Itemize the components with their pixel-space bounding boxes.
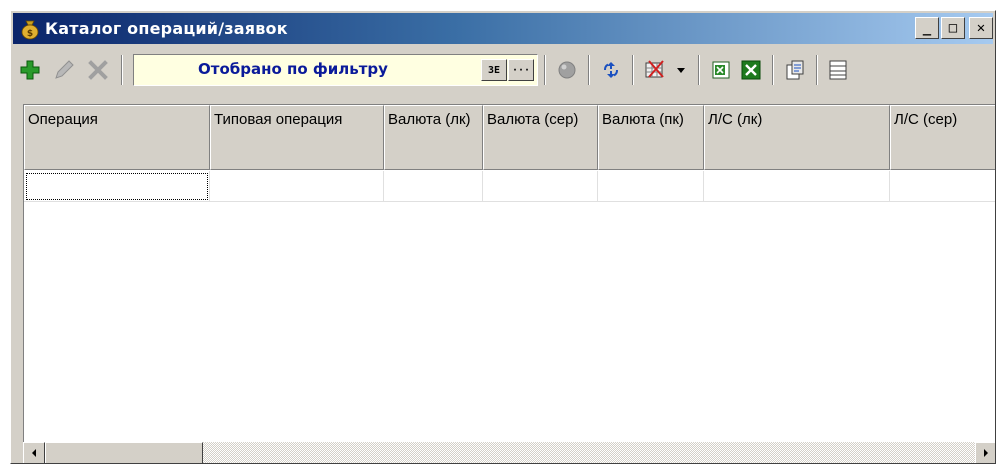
add-button[interactable] (13, 54, 47, 86)
table-delete-icon (645, 60, 664, 78)
plus-icon (20, 60, 40, 80)
column-header[interactable]: Л/С (сер) (890, 105, 995, 170)
close-icon: ✕ (976, 20, 986, 36)
toolbar-separator (698, 55, 700, 85)
chevron-down-icon (677, 68, 685, 73)
column-header[interactable]: Валюта (лк) (384, 105, 483, 170)
column-header[interactable]: Валюта (пк) (598, 105, 704, 170)
excel-icon (712, 61, 730, 79)
x-delete-icon (88, 60, 108, 80)
window-title: Каталог операций/заявок (45, 19, 288, 38)
filter-language-button[interactable]: ЗЕ (481, 59, 507, 81)
toolbar-separator (588, 55, 590, 85)
table-header: Операция Типовая операция Валюта (лк) Ва… (24, 105, 995, 170)
arrow-right-icon (984, 449, 988, 457)
table-cell[interactable] (24, 171, 210, 202)
table-cell[interactable] (890, 171, 995, 202)
minimize-button[interactable]: _ (915, 17, 939, 39)
report-button[interactable] (780, 54, 810, 86)
scroll-right-button[interactable] (975, 442, 995, 463)
close-button[interactable]: ✕ (969, 17, 993, 39)
toolbar-separator (816, 55, 818, 85)
column-header[interactable]: Операция (24, 105, 210, 170)
minimize-icon: _ (922, 20, 932, 36)
toolbar-separator (632, 55, 634, 85)
toolbar-separator (121, 55, 123, 85)
circle-icon (558, 61, 576, 79)
export-button[interactable] (640, 54, 670, 86)
maximize-button[interactable]: □ (941, 17, 965, 39)
title-bar[interactable]: $ Каталог операций/заявок _ □ ✕ (13, 13, 993, 44)
columns-button[interactable] (824, 54, 850, 86)
excel-export-button[interactable] (706, 54, 736, 86)
table-cell[interactable] (483, 171, 598, 202)
filter-ellipsis-button[interactable]: ··· (508, 59, 534, 81)
record-button[interactable] (552, 54, 582, 86)
svg-text:$: $ (27, 29, 33, 39)
table-cell[interactable] (598, 171, 704, 202)
edit-button[interactable] (47, 54, 81, 86)
maximize-icon: □ (948, 20, 958, 36)
window-controls: _ □ ✕ (915, 17, 993, 39)
columns-icon (829, 60, 847, 80)
table-cell[interactable] (210, 171, 384, 202)
report-icon (786, 60, 804, 80)
table-row[interactable] (24, 171, 995, 202)
filter-text: Отобрано по фильтру (198, 60, 388, 78)
arrow-left-icon (32, 449, 36, 457)
scroll-left-button[interactable] (23, 442, 45, 463)
delete-button[interactable] (81, 54, 115, 86)
column-header[interactable]: Типовая операция (210, 105, 384, 170)
refresh-icon (604, 62, 618, 78)
horizontal-scrollbar[interactable] (23, 442, 995, 463)
filter-field[interactable]: Отобрано по фильтру ЗЕ ··· (133, 54, 538, 86)
table-cell[interactable] (384, 171, 483, 202)
column-header[interactable]: Л/С (лк) (704, 105, 890, 170)
export-dropdown-button[interactable] (670, 54, 692, 86)
toolbar: Отобрано по фильтру ЗЕ ··· (13, 47, 993, 93)
money-bag-icon: $ (21, 20, 39, 39)
excel-green-icon (741, 60, 761, 80)
operations-table[interactable]: Операция Типовая операция Валюта (лк) Ва… (23, 104, 995, 463)
column-header[interactable]: Валюта (сер) (483, 105, 598, 170)
refresh-button[interactable] (596, 54, 626, 86)
toolbar-separator (544, 55, 546, 85)
scroll-thumb[interactable] (45, 442, 203, 463)
toolbar-separator (772, 55, 774, 85)
table-cell[interactable] (704, 171, 890, 202)
excel-open-button[interactable] (736, 54, 766, 86)
pencil-icon (55, 60, 74, 79)
catalog-window: $ Каталог операций/заявок _ □ ✕ Отобрано (10, 10, 996, 464)
